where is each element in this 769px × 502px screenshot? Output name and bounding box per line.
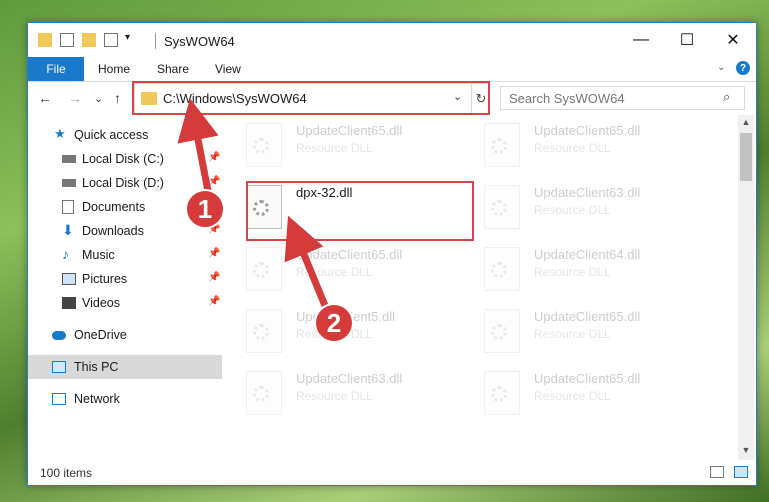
explorer-window: ▾ SysWOW64 — ☐ ✕ File Home Share View ⌄ … [27,22,757,486]
arrow-to-address-bar [177,98,219,192]
step-2-badge: 2 [314,303,354,343]
arrow-to-file [284,215,332,315]
annotation-arrows [177,98,332,315]
step-1-badge: 1 [185,189,225,229]
